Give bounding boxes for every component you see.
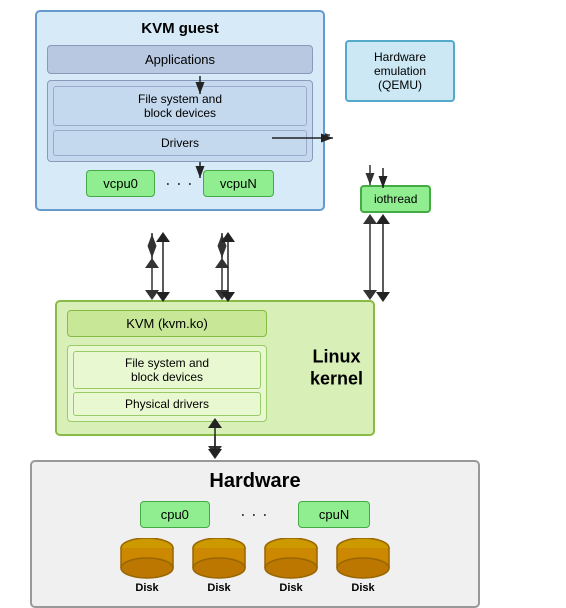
- kernel-physical-box: Physical drivers: [73, 392, 261, 416]
- cpu0-box: cpu0: [140, 501, 210, 528]
- diagram: KVM guest Applications File system andbl…: [0, 0, 566, 599]
- disk-2-icon: [191, 538, 247, 580]
- hardware-label: Hardware: [42, 470, 468, 493]
- linux-kernel-section: KVM (kvm.ko) File system andblock device…: [55, 300, 435, 436]
- applications-box: Applications: [47, 45, 313, 74]
- linux-kernel-label: Linuxkernel: [310, 346, 363, 389]
- kvm-ko-box: KVM (kvm.ko): [67, 310, 267, 337]
- cpu-dots: · · ·: [240, 504, 268, 525]
- kvm-guest-label: KVM guest: [47, 20, 313, 37]
- fs-drivers-container: File system andblock devices Drivers: [47, 80, 313, 162]
- drivers-box: Drivers: [53, 130, 307, 156]
- hardware-section: Hardware cpu0 · · · cpuN: [30, 460, 480, 608]
- disk-3: Disk: [263, 538, 319, 594]
- filesystem-box: File system andblock devices: [53, 86, 307, 126]
- vcpu-row: vcpu0 · · · vcpuN: [47, 170, 313, 197]
- cpu-row: cpu0 · · · cpuN: [42, 501, 468, 528]
- kernel-inner-box: File system andblock devices Physical dr…: [67, 345, 267, 422]
- disk-3-label: Disk: [279, 582, 302, 594]
- disk-row: Disk Disk: [42, 538, 468, 594]
- hardware-box: Hardware cpu0 · · · cpuN: [30, 460, 480, 608]
- kvm-guest-box: KVM guest Applications File system andbl…: [35, 10, 325, 211]
- disk-1-icon: [119, 538, 175, 580]
- disk-2-label: Disk: [207, 582, 230, 594]
- disk-3-icon: [263, 538, 319, 580]
- disk-4-label: Disk: [351, 582, 374, 594]
- disk-1-label: Disk: [135, 582, 158, 594]
- disk-4-icon: [335, 538, 391, 580]
- disk-4: Disk: [335, 538, 391, 594]
- kernel-fs-box: File system andblock devices: [73, 351, 261, 389]
- linux-kernel-box: KVM (kvm.ko) File system andblock device…: [55, 300, 375, 436]
- disk-2: Disk: [191, 538, 247, 594]
- hw-emulation-box: Hardwareemulation(QEMU): [345, 40, 455, 102]
- vcpu-dots: · · ·: [165, 173, 193, 194]
- cpun-box: cpuN: [298, 501, 370, 528]
- vcpu0-box: vcpu0: [86, 170, 155, 197]
- disk-1: Disk: [119, 538, 175, 594]
- iothread-box: iothread: [360, 185, 431, 213]
- vcpun-box: vcpuN: [203, 170, 274, 197]
